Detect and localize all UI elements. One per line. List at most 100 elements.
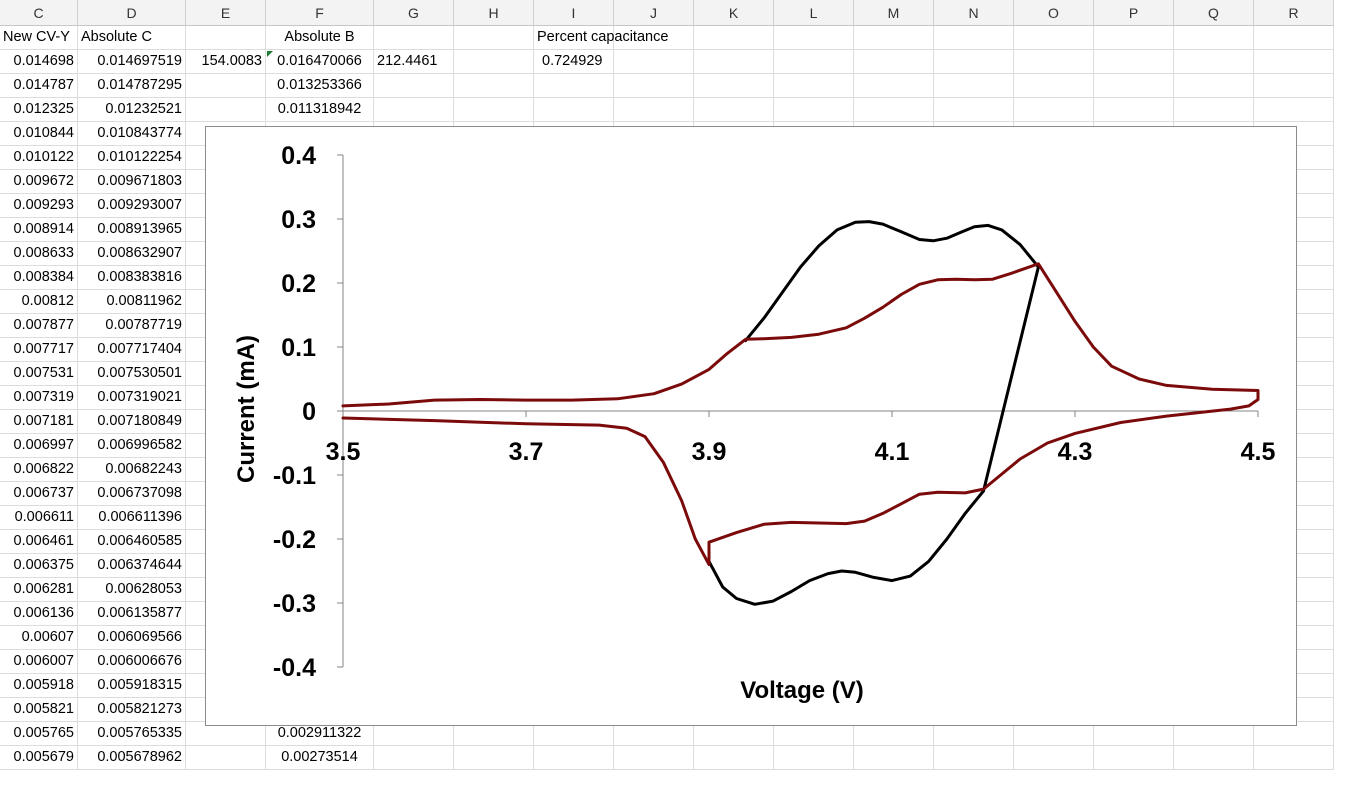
cell-c10[interactable]: 0.008633 [0,242,78,266]
cell-c11[interactable]: 0.008384 [0,266,78,290]
cell-c6[interactable]: 0.010122 [0,146,78,170]
cell-d25[interactable]: 0.006135877 [78,602,186,626]
cell-c29[interactable]: 0.005821 [0,698,78,722]
cell[interactable] [534,98,614,122]
cell[interactable] [1174,746,1254,770]
cell-d12[interactable]: 0.00811962 [78,290,186,314]
cell-c20[interactable]: 0.006737 [0,482,78,506]
cell-d6[interactable]: 0.010122254 [78,146,186,170]
column-header-i[interactable]: I [534,0,614,26]
cell-g2[interactable]: 212.4461 [374,50,454,74]
cell[interactable] [614,746,694,770]
cell-d21[interactable]: 0.006611396 [78,506,186,530]
cell[interactable] [694,74,774,98]
cell-d20[interactable]: 0.006737098 [78,482,186,506]
cell[interactable] [774,98,854,122]
column-header-m[interactable]: M [854,0,934,26]
cell-c3[interactable]: 0.014787 [0,74,78,98]
cell-c9[interactable]: 0.008914 [0,218,78,242]
cell-c12[interactable]: 0.00812 [0,290,78,314]
cell-c22[interactable]: 0.006461 [0,530,78,554]
cell[interactable] [1094,74,1174,98]
cell-d9[interactable]: 0.008913965 [78,218,186,242]
cell[interactable] [454,746,534,770]
cell-c5[interactable]: 0.010844 [0,122,78,146]
cell-d31[interactable]: 0.005678962 [78,746,186,770]
cell[interactable] [1174,50,1254,74]
cell[interactable] [374,74,454,98]
cell[interactable] [694,50,774,74]
column-header-d[interactable]: D [78,0,186,26]
cell[interactable] [1094,50,1174,74]
cell[interactable] [854,26,934,50]
cell-d27[interactable]: 0.006006676 [78,650,186,674]
cell-f31[interactable]: 0.00273514 [266,746,374,770]
cell-d18[interactable]: 0.006996582 [78,434,186,458]
cell-i2[interactable]: 0.724929 [534,50,614,74]
cell-c15[interactable]: 0.007531 [0,362,78,386]
cell-f2[interactable]: 0.016470066 [266,50,374,74]
column-header-p[interactable]: P [1094,0,1174,26]
column-header-k[interactable]: K [694,0,774,26]
cell-c27[interactable]: 0.006007 [0,650,78,674]
cell[interactable] [854,746,934,770]
cell-c7[interactable]: 0.009672 [0,170,78,194]
cell-d3[interactable]: 0.014787295 [78,74,186,98]
cell[interactable] [1014,98,1094,122]
cell[interactable] [1174,26,1254,50]
cell[interactable] [774,26,854,50]
cell[interactable] [614,74,694,98]
column-header-q[interactable]: Q [1174,0,1254,26]
cell-c23[interactable]: 0.006375 [0,554,78,578]
cell[interactable] [774,74,854,98]
cell-c28[interactable]: 0.005918 [0,674,78,698]
cell[interactable] [374,26,454,50]
cell-c14[interactable]: 0.007717 [0,338,78,362]
cell-d4[interactable]: 0.01232521 [78,98,186,122]
cell-d23[interactable]: 0.006374644 [78,554,186,578]
cell-c13[interactable]: 0.007877 [0,314,78,338]
cell-c25[interactable]: 0.006136 [0,602,78,626]
column-header-o[interactable]: O [1014,0,1094,26]
cell[interactable] [1174,74,1254,98]
cell-d22[interactable]: 0.006460585 [78,530,186,554]
cell[interactable] [1014,74,1094,98]
column-header-r[interactable]: R [1254,0,1334,26]
cell-c18[interactable]: 0.006997 [0,434,78,458]
cell[interactable] [1174,98,1254,122]
cell-d1[interactable]: Absolute C [78,26,186,50]
column-header-f[interactable]: F [266,0,374,26]
cell[interactable] [186,98,266,122]
column-header-n[interactable]: N [934,0,1014,26]
cell[interactable] [454,98,534,122]
cell-d29[interactable]: 0.005821273 [78,698,186,722]
cell[interactable] [1094,746,1174,770]
cell[interactable] [1254,26,1334,50]
cell[interactable] [774,746,854,770]
cell-c26[interactable]: 0.00607 [0,626,78,650]
cell[interactable] [374,746,454,770]
cell[interactable] [694,98,774,122]
cell-c31[interactable]: 0.005679 [0,746,78,770]
cell-c2[interactable]: 0.014698 [0,50,78,74]
cell-d11[interactable]: 0.008383816 [78,266,186,290]
cell[interactable] [1094,26,1174,50]
cell-i1[interactable]: Percent capacitance [534,26,668,50]
cell[interactable] [454,26,534,50]
column-header-e[interactable]: E [186,0,266,26]
cell[interactable] [534,746,614,770]
cell[interactable] [374,98,454,122]
cell-e2[interactable]: 154.0083 [186,50,266,74]
column-header-h[interactable]: H [454,0,534,26]
cell-d14[interactable]: 0.007717404 [78,338,186,362]
cell-c19[interactable]: 0.006822 [0,458,78,482]
cell[interactable] [934,26,1014,50]
cell[interactable] [614,26,694,50]
cell-f3[interactable]: 0.013253366 [266,74,374,98]
cell-d28[interactable]: 0.005918315 [78,674,186,698]
cell-d19[interactable]: 0.00682243 [78,458,186,482]
cell[interactable] [694,746,774,770]
cell-d30[interactable]: 0.005765335 [78,722,186,746]
cell-d2[interactable]: 0.014697519 [78,50,186,74]
cell[interactable] [614,50,694,74]
